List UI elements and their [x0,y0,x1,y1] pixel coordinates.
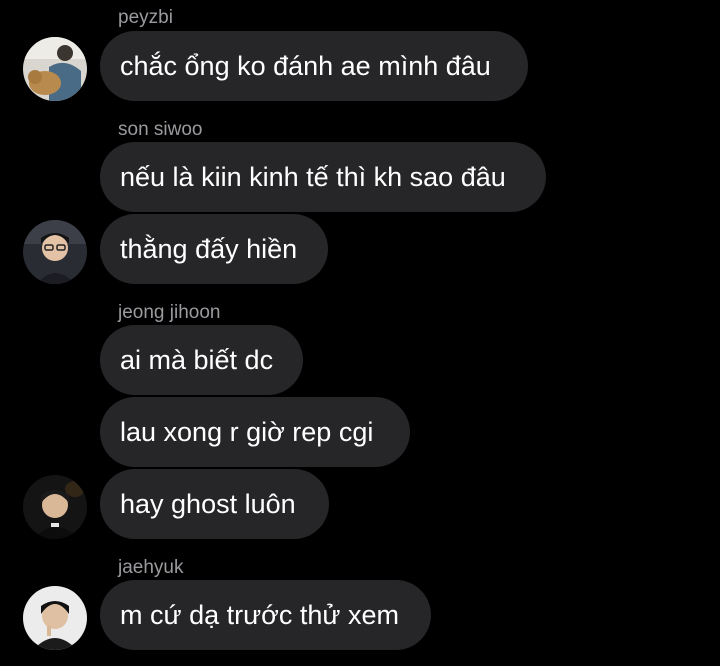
sender-name: jaehyuk [118,557,184,578]
message-bubble[interactable]: lau xong r giờ rep cgi [100,397,410,467]
user-avatar-icon[interactable] [23,220,87,284]
sender-name: peyzbi [118,7,173,28]
message-bubble[interactable]: m cứ dạ trước thử xem [100,580,431,650]
user-avatar-icon[interactable] [23,37,87,101]
sender-name: son siwoo [118,119,203,140]
user-avatar-icon[interactable] [23,475,87,539]
message-bubble[interactable]: chắc ổng ko đánh ae mình đâu [100,31,528,101]
message-bubble[interactable]: ai mà biết dc [100,325,303,395]
message-bubble[interactable]: hay ghost luôn [100,469,329,539]
user-avatar-icon[interactable] [23,586,87,650]
message-bubble[interactable]: nếu là kiin kinh tế thì kh sao đâu [100,142,546,212]
sender-name: jeong jihoon [118,302,221,323]
message-bubble[interactable]: thằng đấy hiền [100,214,328,284]
